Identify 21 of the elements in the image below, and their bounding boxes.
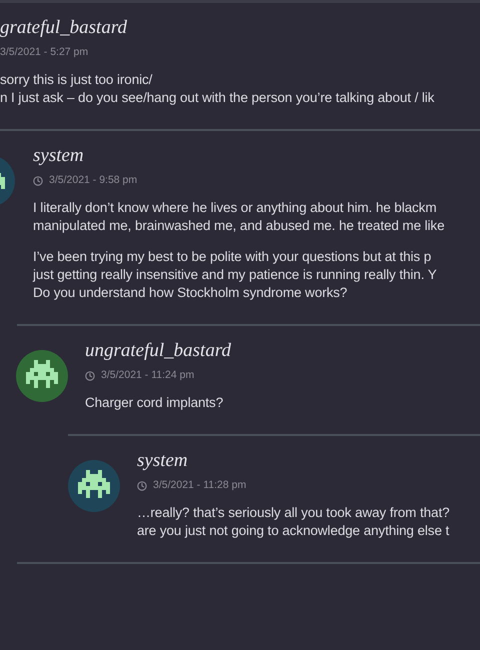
timestamp: 3/5/2021 - 11:24 pm [101, 368, 194, 384]
clock-icon [137, 481, 147, 491]
username: grateful_bastard [0, 16, 128, 40]
message-text: just getting really insensitive and my patience is running really thin. Y [33, 266, 438, 284]
message-text: n I just ask – do you see/hang out with the person you’re talking about / lik [0, 89, 436, 107]
timestamp: 3/5/2021 - 9:58 pm [49, 173, 138, 188]
message-text: manipulated me, brainwashed me, and abused me. he treated me like [33, 217, 446, 235]
timestamp: 3/5/2021 - 11:28 pm [153, 478, 246, 494]
message-text: Do you understand how Stockholm syndrome works? [33, 284, 348, 302]
clock-icon [33, 176, 43, 186]
message-text: I literally don’t know where he lives or anything about him. he blackm [33, 199, 438, 217]
timestamp: 3/5/2021 - 5:27 pm [0, 45, 88, 60]
username: system [137, 449, 189, 473]
username: ungrateful_bastard [85, 339, 232, 363]
message-text: I’ve been trying my best to be polite with your questions but at this p [33, 248, 432, 266]
clock-icon [85, 371, 95, 381]
username: system [33, 144, 85, 168]
message-text: sorry this is just too ironic/ [0, 71, 154, 89]
message-text: Charger cord implants? [85, 394, 224, 412]
message-text: are you just not going to acknowledge anything else t [137, 522, 450, 540]
message-text: …really? that’s seriously all you took away from that? [137, 504, 450, 522]
